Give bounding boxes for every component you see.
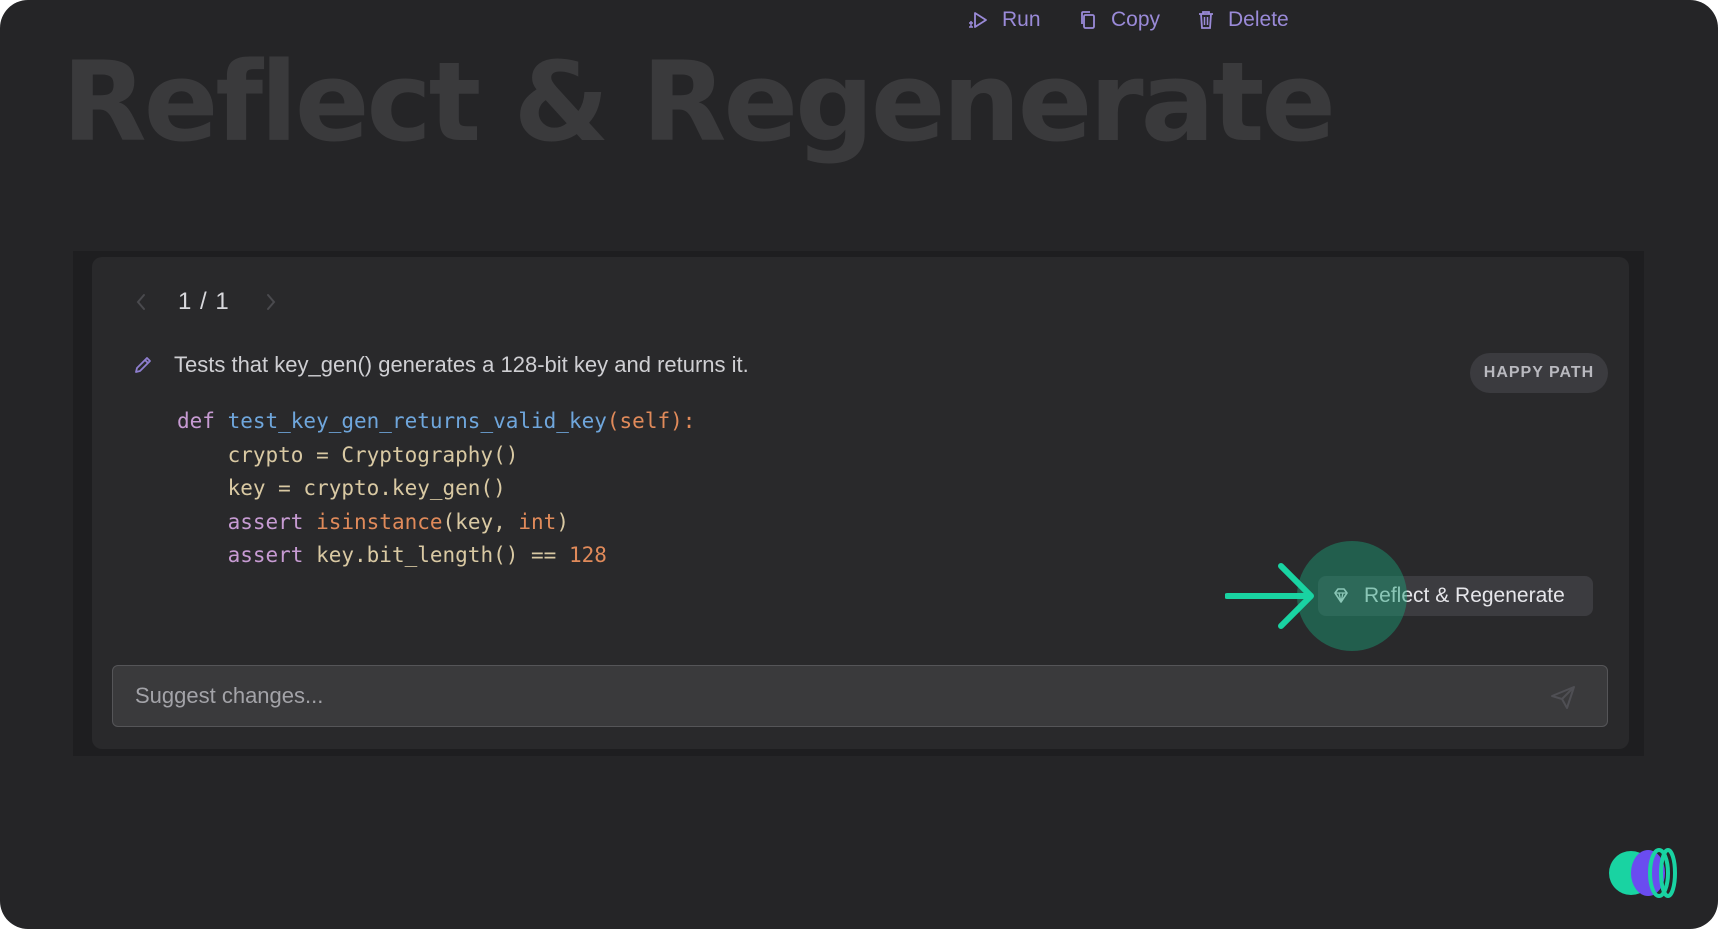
copy-icon: [1081, 11, 1095, 29]
run-label: Run: [1002, 8, 1041, 31]
reflect-regenerate-button[interactable]: Reflect & Regenerate: [1318, 576, 1593, 616]
code-line: key = crypto.key_gen(): [177, 472, 695, 506]
reflect-regenerate-label: Reflect & Regenerate: [1364, 584, 1565, 607]
test-description: Tests that key_gen() generates a 128-bit…: [174, 352, 749, 377]
code-token: assert: [227, 543, 317, 567]
copy-button[interactable]: Copy: [1077, 0, 1160, 40]
code-token: (: [606, 409, 620, 433]
code-token: test_key_gen_returns_valid_key: [227, 409, 607, 433]
next-page-button[interactable]: [260, 287, 282, 317]
code-token: crypto = Cryptography(): [177, 442, 519, 467]
send-icon: [1551, 686, 1575, 709]
delete-label: Delete: [1228, 8, 1289, 31]
page-counter: 1 / 1: [178, 288, 230, 315]
prev-page-button[interactable]: [130, 287, 152, 317]
send-button[interactable]: [1546, 680, 1580, 714]
code-token: (key,: [442, 509, 519, 534]
test-description-row: Tests that key_gen() generates a 128-bit…: [132, 352, 749, 378]
code-token: 128: [568, 543, 607, 567]
code-block: def test_key_gen_returns_valid_key(self)…: [177, 405, 695, 573]
code-line: assert key.bit_length() == 128: [177, 539, 695, 573]
code-token: self: [619, 409, 671, 433]
code-token: isinstance: [316, 509, 443, 534]
copy-label: Copy: [1111, 8, 1161, 31]
app-frame: Reflect & Regenerate 1 / 1 Tests that ke…: [0, 0, 1718, 929]
pencil-icon: [135, 357, 151, 373]
gem-icon: [1334, 588, 1348, 603]
chevron-right-icon: [266, 294, 276, 310]
code-line: def test_key_gen_returns_valid_key(self)…: [177, 405, 695, 439]
category-badge: HAPPY PATH: [1470, 353, 1608, 393]
code-token: ): [556, 509, 569, 534]
code-token: key.bit_length() ==: [316, 543, 569, 567]
chevron-left-icon: [136, 294, 145, 310]
code-token: def: [177, 409, 228, 433]
code-token: key = crypto.key_gen(): [177, 476, 506, 500]
code-line: assert isinstance(key, int): [177, 506, 695, 540]
edit-description-button[interactable]: [132, 354, 154, 376]
run-button[interactable]: Run: [966, 0, 1041, 40]
brand-logo: [1609, 848, 1677, 898]
trash-icon: [1199, 11, 1213, 29]
hero-title: Reflect & Regenerate: [62, 38, 1336, 166]
code-token: int: [518, 509, 557, 534]
code-token: assert: [227, 509, 317, 534]
code-token: ):: [670, 409, 696, 433]
pager: 1 / 1: [130, 282, 282, 322]
delete-button[interactable]: Delete: [1196, 0, 1289, 40]
run-icon: [969, 12, 987, 28]
suggest-changes-input[interactable]: [112, 665, 1608, 727]
code-line: crypto = Cryptography(): [177, 439, 695, 473]
